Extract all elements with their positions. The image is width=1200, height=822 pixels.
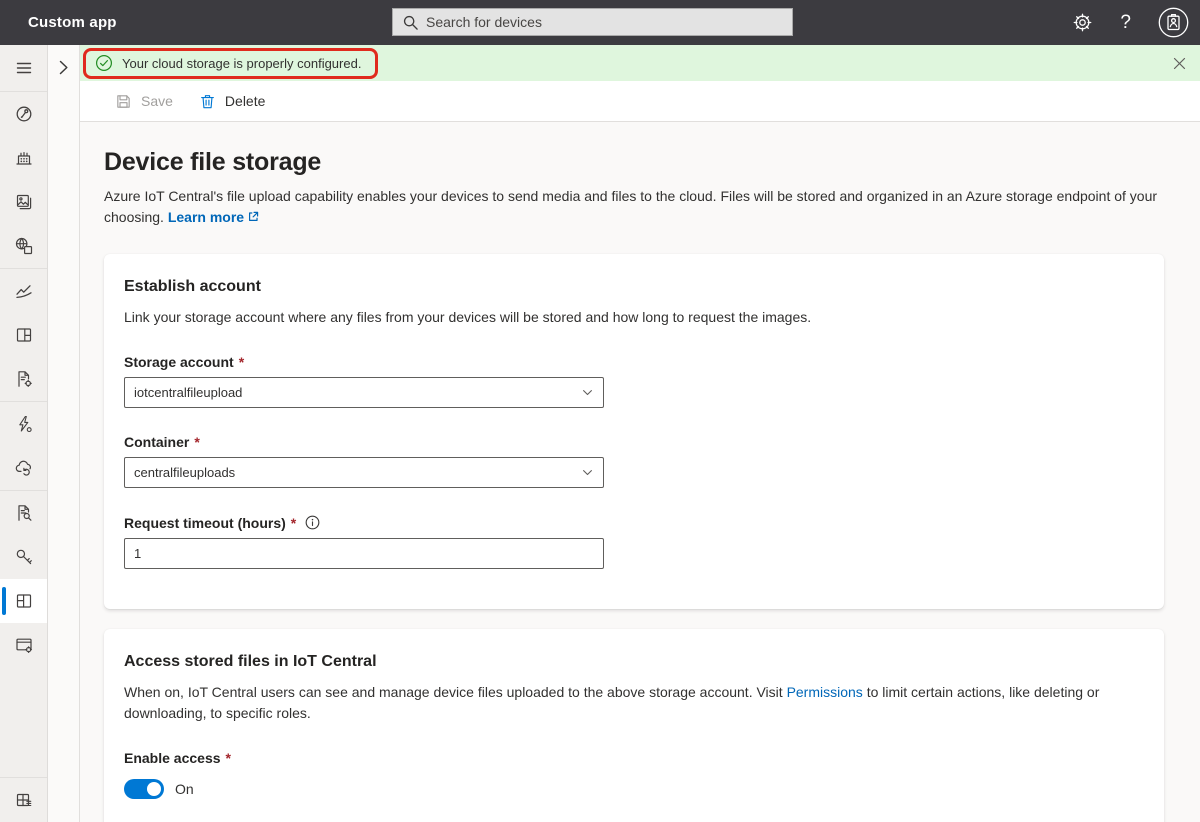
request-timeout-input[interactable] — [124, 538, 604, 569]
devices-icon — [14, 148, 34, 168]
top-app-bar: Custom app ? — [0, 0, 1200, 45]
toggle-knob — [147, 782, 161, 796]
account-badge-icon[interactable] — [1158, 7, 1189, 38]
section-subtitle: Link your storage account where any file… — [124, 307, 1144, 328]
external-link-icon — [247, 210, 260, 223]
main-column: Your cloud storage is properly configure… — [80, 45, 1200, 822]
nav-item-customization[interactable] — [0, 623, 47, 667]
nav-item-devices[interactable] — [0, 136, 47, 180]
request-timeout-label: Request timeout (hours) * — [124, 514, 1144, 531]
container-label: Container * — [124, 434, 1144, 450]
section-title: Access stored files in IoT Central — [124, 653, 1144, 671]
enable-access-row: On — [124, 779, 1144, 799]
permissions-icon — [14, 547, 34, 567]
data-export-icon — [14, 458, 34, 478]
required-marker: * — [194, 434, 199, 450]
establish-account-card: Establish account Link your storage acco… — [104, 254, 1164, 609]
search-icon — [402, 14, 419, 31]
customization-icon — [14, 635, 34, 655]
dashboards-icon — [14, 325, 34, 345]
save-button[interactable]: Save — [115, 93, 173, 110]
nav-item-app-catalog[interactable] — [0, 778, 47, 822]
success-banner: Your cloud storage is properly configure… — [80, 45, 1200, 81]
toggle-state-text: On — [175, 781, 194, 797]
application-icon — [14, 591, 34, 611]
nav-item-analytics[interactable] — [0, 269, 47, 313]
nav-item-application[interactable] — [0, 579, 47, 623]
nav-item-rules[interactable] — [0, 402, 47, 446]
topbar-actions: ? — [1072, 7, 1200, 38]
app-title: Custom app — [0, 14, 117, 31]
device-templates-icon — [14, 236, 34, 256]
device-groups-icon — [14, 192, 34, 212]
command-bar: Save Delete — [80, 81, 1200, 122]
close-icon[interactable] — [1172, 56, 1187, 71]
access-stored-files-card: Access stored files in IoT Central When … — [104, 629, 1164, 822]
delete-button[interactable]: Delete — [199, 93, 265, 110]
get-started-icon — [14, 104, 34, 124]
device-search[interactable] — [392, 8, 793, 36]
storage-account-label: Storage account * — [124, 354, 1144, 370]
chevron-down-icon — [581, 466, 594, 479]
search-input[interactable] — [426, 14, 783, 30]
nav-menu-toggle[interactable] — [0, 45, 47, 91]
nav-item-dashboards[interactable] — [0, 313, 47, 357]
enable-access-label: Enable access * — [124, 750, 1144, 766]
nav-item-permissions[interactable] — [0, 535, 47, 579]
jobs-icon — [14, 369, 34, 389]
section-title: Establish account — [124, 278, 1144, 296]
nav-item-device-groups[interactable] — [0, 180, 47, 224]
chevron-down-icon — [581, 386, 594, 399]
trash-icon — [199, 93, 216, 110]
save-icon — [115, 93, 132, 110]
nav-item-get-started[interactable] — [0, 92, 47, 136]
app-catalog-icon — [14, 790, 34, 810]
annotation-highlight: Your cloud storage is properly configure… — [83, 48, 378, 79]
left-nav — [0, 45, 48, 822]
page-description: Azure IoT Central's file upload capabili… — [104, 186, 1164, 228]
banner-message: Your cloud storage is properly configure… — [122, 56, 361, 71]
app-shell: Your cloud storage is properly configure… — [0, 45, 1200, 822]
info-icon[interactable] — [304, 514, 321, 531]
success-check-icon — [94, 53, 114, 73]
nav-item-data-export[interactable] — [0, 446, 47, 490]
analytics-icon — [14, 281, 34, 301]
enable-access-toggle[interactable] — [124, 779, 164, 799]
rules-icon — [14, 414, 34, 434]
menu-icon — [14, 58, 34, 78]
chevron-right-icon[interactable] — [55, 58, 72, 77]
page-title: Device file storage — [104, 148, 1164, 177]
nav-item-jobs[interactable] — [0, 357, 47, 401]
help-icon[interactable]: ? — [1120, 13, 1131, 32]
section-description: When on, IoT Central users can see and m… — [124, 682, 1144, 724]
container-dropdown[interactable]: centralfileuploads — [124, 457, 604, 488]
audit-logs-icon — [14, 503, 34, 523]
required-marker: * — [239, 354, 244, 370]
settings-gear-icon[interactable] — [1072, 12, 1093, 33]
learn-more-link[interactable]: Learn more — [168, 209, 260, 225]
required-marker: * — [291, 515, 296, 531]
page-content: Device file storage Azure IoT Central's … — [80, 122, 1200, 822]
nav-item-audit-logs[interactable] — [0, 491, 47, 535]
storage-account-dropdown[interactable]: iotcentralfileupload — [124, 377, 604, 408]
permissions-link[interactable]: Permissions — [787, 684, 863, 700]
nav-item-device-templates[interactable] — [0, 224, 47, 268]
nav-expand-strip — [48, 45, 80, 822]
required-marker: * — [226, 750, 231, 766]
